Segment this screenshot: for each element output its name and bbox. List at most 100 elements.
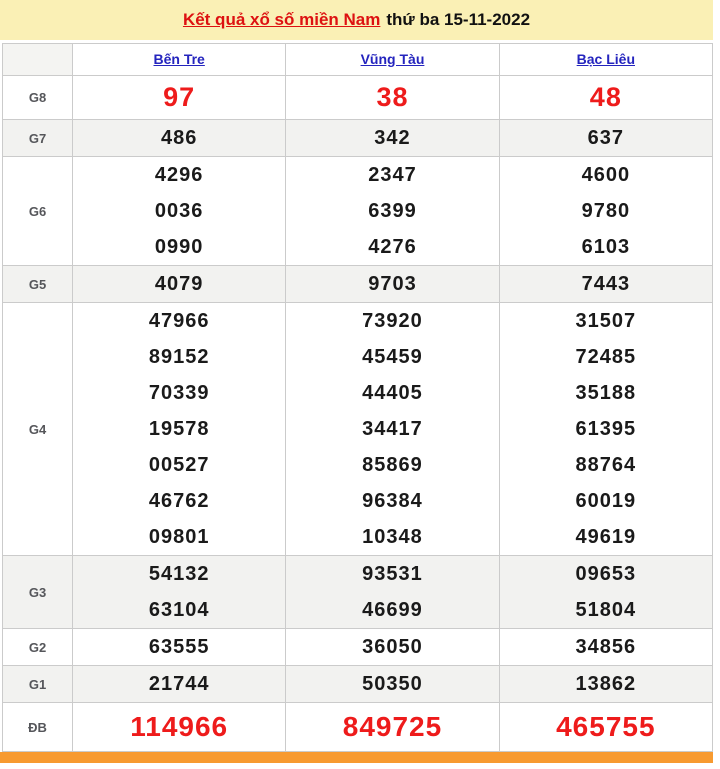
header-row: Bến Tre Vũng Tàu Bạc Liêu xyxy=(2,43,714,76)
result-number: 97 xyxy=(163,82,196,112)
result-number: 0990 xyxy=(154,236,204,258)
result-number: 31507 xyxy=(575,310,637,332)
prize-label: ĐB xyxy=(2,702,73,752)
result-number: 38 xyxy=(376,82,409,112)
result-number: 849725 xyxy=(342,711,443,742)
result-number: 09801 xyxy=(148,526,210,548)
result-number: 9780 xyxy=(581,200,631,222)
result-number: 48 xyxy=(589,82,622,112)
header-cell: Bạc Liêu xyxy=(498,43,714,76)
column-link-bac-lieu[interactable]: Bạc Liêu xyxy=(577,51,635,67)
result-number: 60019 xyxy=(575,490,637,512)
result-number: 486 xyxy=(160,127,198,149)
title-link[interactable]: Kết quả xổ số miền Nam xyxy=(183,10,380,30)
result-number: 93531 xyxy=(362,563,423,585)
result-cell: 486 xyxy=(71,119,287,157)
result-number: 36050 xyxy=(362,636,423,658)
header-corner-cell xyxy=(2,43,73,76)
prize-label: G3 xyxy=(2,555,73,629)
prize-label: G5 xyxy=(2,265,73,303)
result-number: 13862 xyxy=(575,673,637,695)
prize-row: G1 21744 50350 13862 xyxy=(2,665,714,703)
result-cell: 2347 6399 4276 xyxy=(285,156,500,266)
result-number: 44405 xyxy=(362,382,423,404)
prize-row: G7 486 342 637 xyxy=(2,119,714,157)
result-cell: 4296 0036 0990 xyxy=(71,156,287,266)
result-number: 114966 xyxy=(130,711,229,742)
result-cell: 93531 46699 xyxy=(285,555,500,629)
result-cell: 4600 9780 6103 xyxy=(498,156,714,266)
result-number: 2347 xyxy=(368,164,417,186)
prize-row: G3 54132 63104 93531 46699 09653 51804 xyxy=(2,555,714,629)
result-number: 63104 xyxy=(148,599,210,621)
result-number: 85869 xyxy=(362,454,423,476)
result-cell: 31507 72485 35188 61395 88764 60019 49619 xyxy=(498,302,714,556)
result-number: 35188 xyxy=(575,382,637,404)
results-table-body: G8 97 38 48 G7 486 342 637 G6 4296 0036 0990 2347 639… xyxy=(2,75,714,752)
result-cell: 50350 xyxy=(285,665,500,703)
result-cell: 7443 xyxy=(498,265,714,303)
result-number: 10348 xyxy=(362,526,423,548)
result-cell: 47966 89152 70339 19578 00527 46762 09801 xyxy=(71,302,287,556)
result-cell: 34856 xyxy=(498,628,714,666)
title-date: thứ ba 15-11-2022 xyxy=(386,10,531,29)
result-cell: 465755 xyxy=(498,702,714,752)
column-link-vung-tau[interactable]: Vũng Tàu xyxy=(361,51,425,67)
result-cell: 13862 xyxy=(498,665,714,703)
result-cell: 38 xyxy=(285,75,500,120)
lottery-results-page: Kết quả xổ số miền Nam thứ ba 15-11-2022… xyxy=(0,0,714,763)
result-number: 34856 xyxy=(575,636,637,658)
prize-row: ĐB 114966 849725 465755 xyxy=(2,702,714,752)
result-cell: 97 xyxy=(71,75,287,120)
result-cell: 36050 xyxy=(285,628,500,666)
prize-row: G5 4079 9703 7443 xyxy=(2,265,714,303)
result-cell: 9703 xyxy=(285,265,500,303)
result-number: 6399 xyxy=(368,200,417,222)
prize-label: G2 xyxy=(2,628,73,666)
result-number: 4600 xyxy=(581,164,631,186)
prize-label: G1 xyxy=(2,665,73,703)
prize-label: G6 xyxy=(2,156,73,266)
result-number: 46699 xyxy=(362,599,423,621)
result-number: 47966 xyxy=(148,310,210,332)
header-cell: Bến Tre xyxy=(71,43,287,76)
result-cell: 114966 xyxy=(71,702,287,752)
prize-label: G7 xyxy=(2,119,73,157)
result-number: 96384 xyxy=(362,490,423,512)
result-number: 19578 xyxy=(148,418,210,440)
result-number: 73920 xyxy=(362,310,423,332)
result-number: 637 xyxy=(587,127,625,149)
result-number: 09653 xyxy=(575,563,637,585)
result-cell: 4079 xyxy=(71,265,287,303)
result-number: 46762 xyxy=(148,490,210,512)
result-number: 6103 xyxy=(581,236,631,258)
result-number: 88764 xyxy=(575,454,637,476)
prize-row: G8 97 38 48 xyxy=(2,75,714,120)
result-number: 61395 xyxy=(575,418,637,440)
prize-row: G4 47966 89152 70339 19578 00527 46762 09801 739… xyxy=(2,302,714,556)
result-number: 21744 xyxy=(148,673,210,695)
result-cell: 09653 51804 xyxy=(498,555,714,629)
result-number: 4276 xyxy=(368,236,417,258)
result-number: 34417 xyxy=(362,418,423,440)
result-number: 00527 xyxy=(148,454,210,476)
header-cell: Vũng Tàu xyxy=(285,43,500,76)
results-table: Bến Tre Vũng Tàu Bạc Liêu G8 97 38 48 G7 486 3… xyxy=(2,43,714,752)
result-cell: 54132 63104 xyxy=(71,555,287,629)
result-number: 45459 xyxy=(362,346,423,368)
result-cell: 21744 xyxy=(71,665,287,703)
prize-row: G6 4296 0036 0990 2347 6399 4276 4600 9780 6103 xyxy=(2,156,714,266)
result-cell: 63555 xyxy=(71,628,287,666)
result-number: 54132 xyxy=(148,563,210,585)
result-cell: 73920 45459 44405 34417 85869 96384 10348 xyxy=(285,302,500,556)
prize-row: G2 63555 36050 34856 xyxy=(2,628,714,666)
result-number: 9703 xyxy=(368,273,417,295)
page-title: Kết quả xổ số miền Nam thứ ba 15-11-2022 xyxy=(0,0,713,40)
column-link-ben-tre[interactable]: Bến Tre xyxy=(153,51,204,67)
result-number: 7443 xyxy=(581,273,631,295)
result-number: 63555 xyxy=(148,636,210,658)
prize-label: G8 xyxy=(2,75,73,120)
result-number: 72485 xyxy=(575,346,637,368)
result-number: 50350 xyxy=(362,673,423,695)
result-cell: 849725 xyxy=(285,702,500,752)
